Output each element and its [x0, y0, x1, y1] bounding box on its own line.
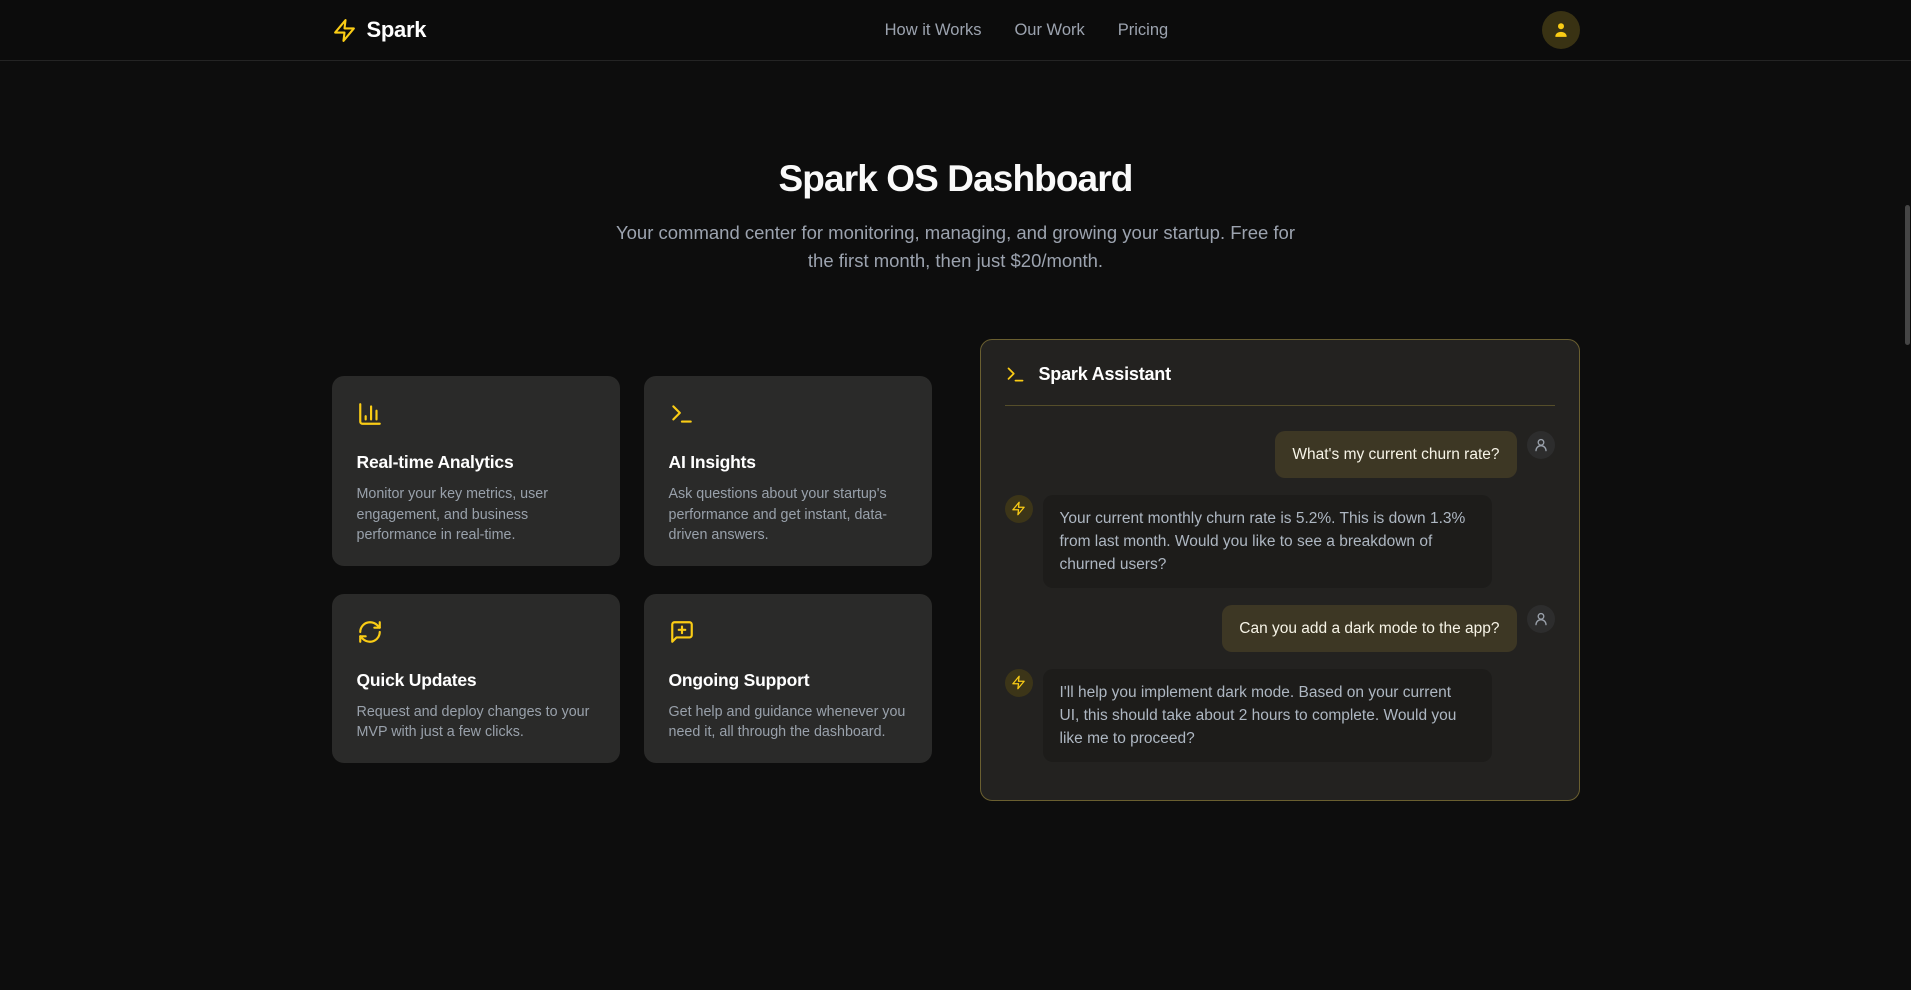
terminal-icon [669, 401, 695, 427]
account-avatar-button[interactable] [1542, 11, 1580, 49]
assistant-avatar [1005, 495, 1033, 523]
feature-description: Monitor your key metrics, user engagemen… [357, 484, 595, 546]
page-subtitle: Your command center for monitoring, mana… [611, 219, 1301, 275]
chat-message-assistant: Your current monthly churn rate is 5.2%.… [1005, 495, 1555, 588]
user-icon [1551, 20, 1571, 40]
feature-card-ai-insights: AI Insights Ask questions about your sta… [644, 376, 932, 566]
terminal-icon [1005, 364, 1026, 385]
lightning-bolt-icon [1011, 501, 1026, 516]
nav-link-pricing[interactable]: Pricing [1118, 21, 1168, 40]
user-icon [1533, 437, 1549, 453]
lightning-bolt-icon [332, 18, 357, 43]
feature-title: AI Insights [669, 452, 907, 473]
feature-description: Get help and guidance whenever you need … [669, 702, 907, 743]
message-square-plus-icon [669, 619, 695, 645]
features-grid: Real-time Analytics Monitor your key met… [332, 376, 932, 763]
chat-messages: What's my current churn rate? Your curre… [981, 406, 1579, 800]
user-avatar [1527, 431, 1555, 459]
chart-column-icon [357, 401, 383, 427]
nav-link-our-work[interactable]: Our Work [1014, 21, 1084, 40]
chat-bubble: Your current monthly churn rate is 5.2%.… [1043, 495, 1492, 588]
user-icon [1533, 611, 1549, 627]
assistant-header: Spark Assistant [981, 340, 1579, 405]
chat-bubble: Can you add a dark mode to the app? [1222, 605, 1516, 652]
assistant-avatar [1005, 669, 1033, 697]
user-avatar [1527, 605, 1555, 633]
feature-description: Ask questions about your startup's perfo… [669, 484, 907, 546]
feature-card-ongoing-support: Ongoing Support Get help and guidance wh… [644, 594, 932, 763]
chat-bubble: I'll help you implement dark mode. Based… [1043, 669, 1492, 762]
top-navbar: Spark How it Works Our Work Pricing [0, 0, 1911, 61]
spark-assistant-panel: Spark Assistant What's my current churn … [980, 339, 1580, 801]
page-title: Spark OS Dashboard [0, 158, 1911, 201]
refresh-icon [357, 619, 383, 645]
feature-title: Real-time Analytics [357, 452, 595, 473]
main-nav: How it Works Our Work Pricing [885, 21, 1169, 40]
chat-message-assistant: I'll help you implement dark mode. Based… [1005, 669, 1555, 762]
assistant-title: Spark Assistant [1039, 364, 1171, 385]
lightning-bolt-icon [1011, 675, 1026, 690]
feature-title: Ongoing Support [669, 670, 907, 691]
feature-description: Request and deploy changes to your MVP w… [357, 702, 595, 743]
navbar-inner: Spark How it Works Our Work Pricing [332, 0, 1580, 60]
hero-section: Spark OS Dashboard Your command center f… [0, 61, 1911, 275]
feature-card-quick-updates: Quick Updates Request and deploy changes… [332, 594, 620, 763]
brand-name: Spark [367, 17, 427, 43]
feature-card-realtime-analytics: Real-time Analytics Monitor your key met… [332, 376, 620, 566]
chat-message-user: Can you add a dark mode to the app? [1005, 605, 1555, 652]
main-content: Real-time Analytics Monitor your key met… [332, 339, 1580, 801]
chat-bubble: What's my current churn rate? [1275, 431, 1516, 478]
nav-link-how-it-works[interactable]: How it Works [885, 21, 982, 40]
chat-message-user: What's my current churn rate? [1005, 431, 1555, 478]
brand-logo[interactable]: Spark [332, 17, 427, 43]
feature-title: Quick Updates [357, 670, 595, 691]
page-scrollbar[interactable] [1905, 205, 1910, 345]
